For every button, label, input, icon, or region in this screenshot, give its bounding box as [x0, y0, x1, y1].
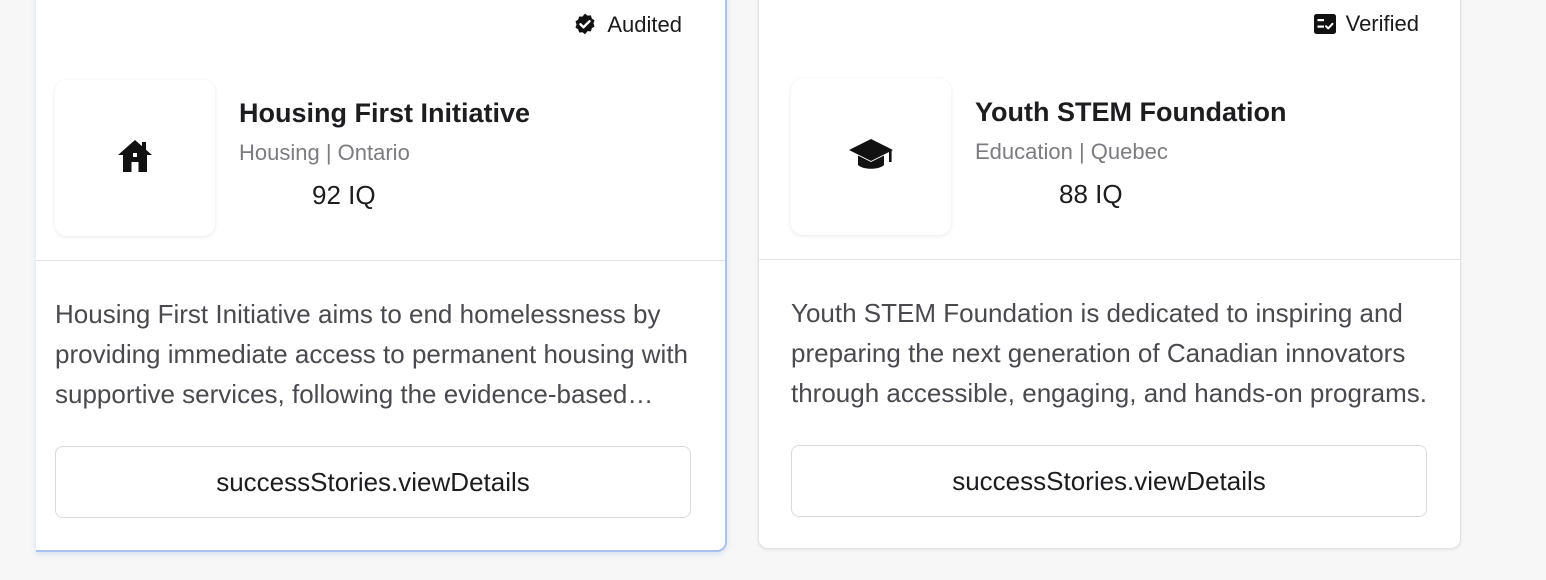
org-iq-score: 92 IQ: [312, 180, 376, 210]
home-icon: [116, 138, 154, 179]
view-details-button[interactable]: successStories.viewDetails: [791, 445, 1427, 517]
org-card-housing-first[interactable]: Audited Housing First Initiative Housing…: [36, 0, 727, 552]
org-card-youth-stem[interactable]: Verified Youth STEM Foundation Education…: [758, 0, 1461, 549]
org-category-region: Education | Quebec: [975, 139, 1168, 164]
verified-badge: Verified: [1313, 11, 1419, 37]
org-logo: [55, 80, 215, 236]
view-details-button[interactable]: successStories.viewDetails: [55, 446, 691, 518]
divider: [759, 259, 1460, 260]
org-category-region: Housing | Ontario: [239, 140, 410, 165]
org-description: Housing First Initiative aims to end hom…: [55, 299, 689, 409]
badge-label: Audited: [607, 12, 682, 37]
org-description: Youth STEM Foundation is dedicated to in…: [791, 298, 1427, 408]
badge-label: Verified: [1345, 11, 1419, 36]
org-logo: [791, 79, 951, 235]
checklist-icon: [1313, 13, 1337, 35]
org-iq-score: 88 IQ: [1059, 179, 1123, 209]
org-name: Youth STEM Foundation: [975, 97, 1287, 127]
verified-seal-icon: [572, 12, 598, 38]
graduation-cap-icon: [848, 137, 894, 178]
divider: [36, 260, 725, 261]
org-name: Housing First Initiative: [239, 98, 531, 128]
audited-badge: Audited: [572, 12, 682, 38]
